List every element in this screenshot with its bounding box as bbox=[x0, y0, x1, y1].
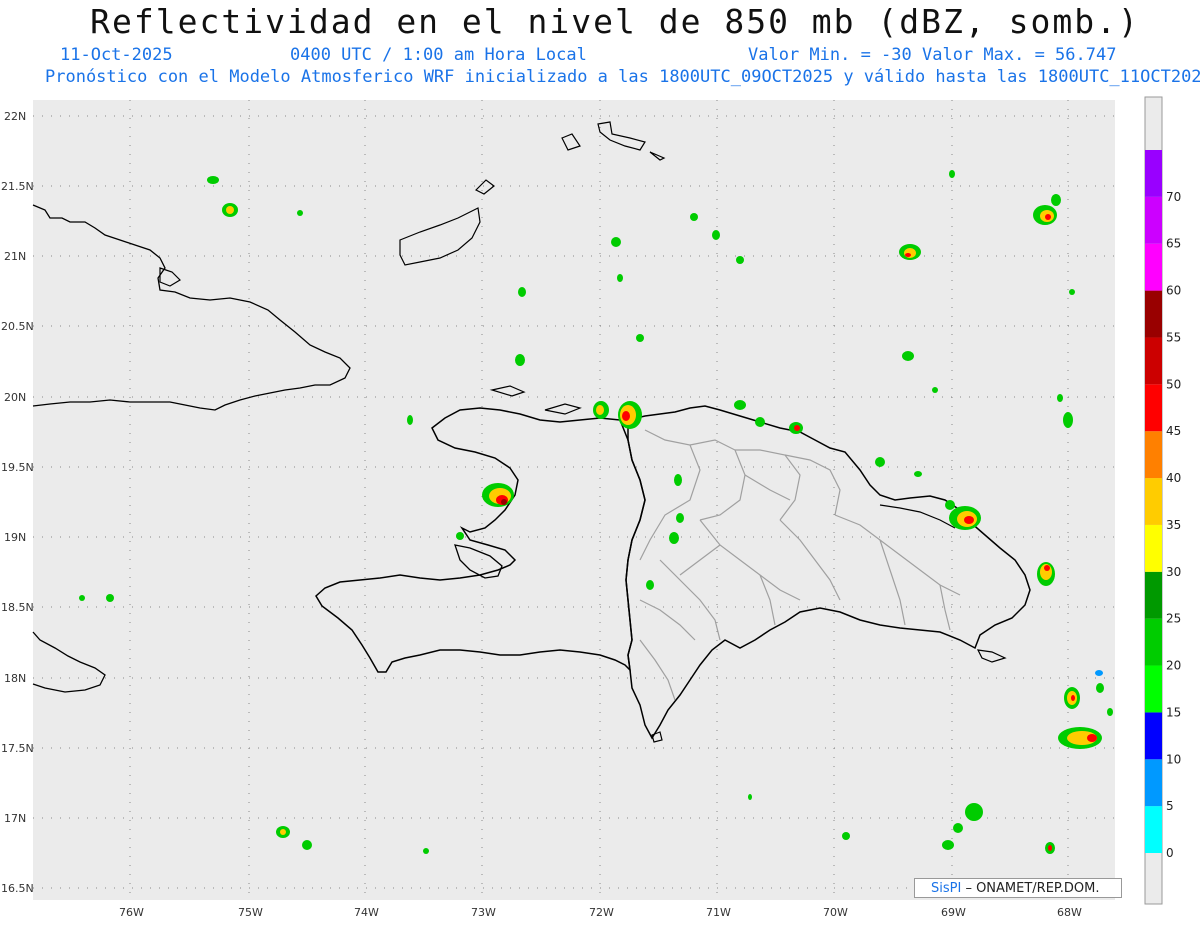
lat-label: 18.5N bbox=[1, 601, 34, 614]
lat-label: 20.5N bbox=[1, 320, 34, 333]
colorbar-label: 15 bbox=[1166, 705, 1181, 719]
colorbar-swatch bbox=[1145, 665, 1162, 713]
credit-box: SisPI – ONAMET/REP.DOM. bbox=[914, 878, 1122, 898]
colorbar-label: 50 bbox=[1166, 377, 1181, 391]
lat-label: 16.5N bbox=[1, 882, 34, 895]
colorbar-label: 55 bbox=[1166, 330, 1181, 344]
lon-label: 70W bbox=[823, 906, 848, 919]
lat-label: 22N bbox=[4, 110, 26, 123]
lon-label: 75W bbox=[238, 906, 263, 919]
colorbar-swatch bbox=[1145, 712, 1162, 760]
lat-label: 20N bbox=[4, 391, 26, 404]
lon-label: 76W bbox=[119, 906, 144, 919]
colorbar-swatch bbox=[1145, 290, 1162, 338]
lat-label: 21.5N bbox=[1, 180, 34, 193]
colorbar-swatch bbox=[1145, 478, 1162, 525]
colorbar-label: 65 bbox=[1166, 237, 1181, 251]
echo-cell-southeast-1 bbox=[1058, 727, 1102, 749]
colorbar-swatch bbox=[1145, 337, 1162, 385]
colorbar-label: 30 bbox=[1166, 565, 1181, 579]
lon-label: 73W bbox=[471, 906, 496, 919]
lat-label: 17.5N bbox=[1, 742, 34, 755]
colorbar-label: 35 bbox=[1166, 518, 1181, 532]
colorbar-swatch bbox=[1145, 150, 1162, 197]
latitude-labels: 22N 21.5N 21N 20.5N 20N 19.5N 19N 18.5N … bbox=[1, 110, 34, 895]
lat-label: 19N bbox=[4, 531, 26, 544]
lat-label: 17N bbox=[4, 812, 26, 825]
colorbar-label: 25 bbox=[1166, 612, 1181, 626]
echo-cell-southeast-2 bbox=[1064, 687, 1080, 709]
colorbar-swatch bbox=[1145, 806, 1162, 853]
lon-label: 74W bbox=[354, 906, 379, 919]
lat-label: 19.5N bbox=[1, 461, 34, 474]
colorbar-label: 70 bbox=[1166, 190, 1181, 204]
echo-cell-gonaives bbox=[482, 483, 514, 507]
colorbar-label: 40 bbox=[1166, 471, 1181, 485]
reflectivity-map: 22N 21.5N 21N 20.5N 20N 19.5N 19N 18.5N … bbox=[1, 96, 1181, 919]
colorbar-swatch bbox=[1145, 618, 1162, 666]
echo-cell-east-coast bbox=[1037, 562, 1055, 586]
colorbar-label: 45 bbox=[1166, 424, 1181, 438]
colorbar-label: 0 bbox=[1166, 846, 1174, 860]
colorbar-swatch bbox=[1145, 524, 1162, 572]
colorbar-label: 60 bbox=[1166, 284, 1181, 298]
lon-label: 72W bbox=[589, 906, 614, 919]
colorbar-label: 5 bbox=[1166, 799, 1174, 813]
credit-brand: SisPI bbox=[931, 881, 962, 896]
colorbar-labels: 0 5 10 15 20 25 30 35 40 45 50 55 60 65 70 bbox=[1166, 190, 1181, 860]
colorbar-swatch bbox=[1145, 243, 1162, 291]
colorbar-swatch bbox=[1145, 759, 1162, 807]
credit-org: – ONAMET/REP.DOM. bbox=[961, 881, 1100, 896]
lon-label: 69W bbox=[941, 906, 966, 919]
lon-label: 68W bbox=[1057, 906, 1082, 919]
colorbar-swatch bbox=[1145, 431, 1162, 479]
lat-label: 18N bbox=[4, 672, 26, 685]
colorbar: 0 5 10 15 20 25 30 35 40 45 50 55 60 65 70 bbox=[1144, 96, 1181, 905]
colorbar-swatch bbox=[1145, 571, 1162, 619]
colorbar-label: 20 bbox=[1166, 659, 1181, 673]
map-background bbox=[33, 100, 1115, 900]
longitude-labels: 76W 75W 74W 73W 72W 71W 70W 69W 68W bbox=[119, 906, 1082, 919]
lat-label: 21N bbox=[4, 250, 26, 263]
lon-label: 71W bbox=[706, 906, 731, 919]
colorbar-swatch bbox=[1145, 196, 1162, 244]
colorbar-swatches bbox=[1145, 150, 1162, 853]
echo-cell-northeast-2 bbox=[899, 244, 921, 260]
colorbar-label: 10 bbox=[1166, 752, 1181, 766]
colorbar-swatch bbox=[1145, 384, 1162, 432]
